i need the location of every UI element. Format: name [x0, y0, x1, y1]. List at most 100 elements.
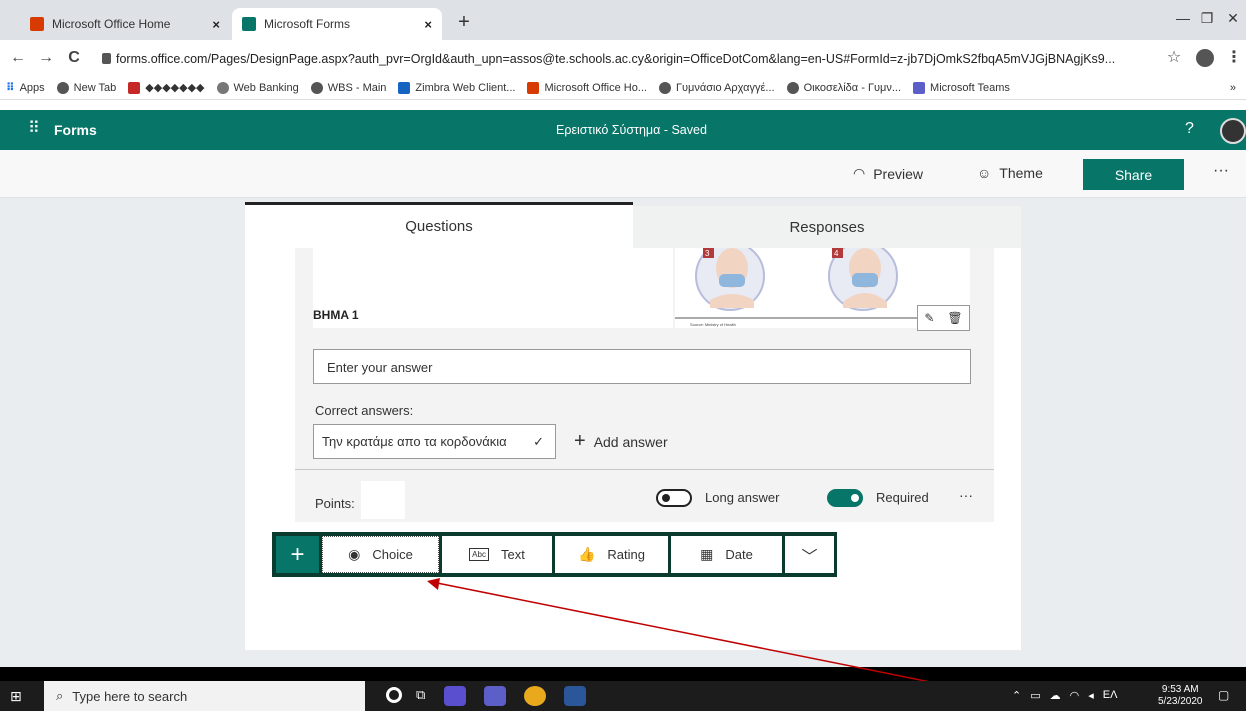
- bookmark-wbs-main[interactable]: WBS - Main: [310, 81, 386, 94]
- windows-start-icon[interactable]: ⊞: [10, 688, 22, 705]
- star-icon[interactable]: ☆: [1164, 48, 1184, 68]
- form-title[interactable]: Ερειστικό Σύστημα - Saved: [556, 123, 707, 137]
- preview-button[interactable]: ◠ Preview: [853, 165, 923, 182]
- clock[interactable]: 9:53 AM 5/23/2020: [1158, 684, 1203, 708]
- address-bar[interactable]: forms.office.com/Pages/DesignPage.aspx?a…: [116, 48, 1146, 70]
- bookmark-apps[interactable]: ⠿ Apps: [6, 81, 45, 95]
- correct-answer-chip[interactable]: Την κρατάμε απο τα κορδονάκια ✓: [313, 424, 556, 459]
- bookmark-web-banking[interactable]: Web Banking: [216, 81, 299, 94]
- question-header: [313, 248, 673, 328]
- extension-icon[interactable]: [1196, 49, 1214, 67]
- rating-button[interactable]: 👍 Rating: [555, 536, 668, 573]
- notifications-icon[interactable]: ▢: [1218, 688, 1229, 702]
- thumbs-up-icon: 👍: [577, 546, 596, 562]
- pencil-icon[interactable]: ✎: [924, 311, 934, 325]
- bank-icon: [216, 81, 229, 94]
- task-view-icon[interactable]: ⧉: [416, 687, 425, 703]
- close-tab-icon[interactable]: ×: [212, 17, 220, 32]
- step-number: 4: [834, 249, 839, 258]
- checkmark-icon: ✓: [533, 433, 544, 449]
- step-number: 3: [705, 249, 710, 258]
- cloud-icon[interactable]: ☁: [1050, 689, 1061, 702]
- long-answer-toggle[interactable]: [656, 489, 692, 507]
- more-options-icon[interactable]: ···: [1213, 162, 1229, 180]
- points-input[interactable]: [361, 481, 405, 519]
- chrome-icon[interactable]: [524, 686, 546, 706]
- browser-tab-strip: Microsoft Office Home × Microsoft Forms …: [0, 0, 1246, 40]
- bookmark-office-home[interactable]: Microsoft Office Ho...: [527, 81, 647, 94]
- trash-icon[interactable]: 🗑: [947, 311, 962, 325]
- battery-icon[interactable]: ▭: [1030, 689, 1040, 702]
- close-tab-icon[interactable]: ×: [424, 17, 432, 32]
- cortana-icon[interactable]: [386, 687, 402, 703]
- question-title[interactable]: BHMA 1: [313, 308, 359, 322]
- chevron-down-icon: ﹀: [801, 548, 818, 566]
- bookmark-homepage[interactable]: Οικοσελίδα - Γυμν...: [786, 81, 901, 94]
- required-toggle[interactable]: [827, 489, 863, 507]
- radio-icon: ◉: [348, 546, 361, 562]
- office-icon: [30, 17, 44, 31]
- correct-answers-label: Correct answers:: [315, 403, 414, 418]
- help-icon[interactable]: ?: [1185, 120, 1194, 138]
- image-tools: ✎ 🗑: [917, 305, 970, 331]
- browser-menu-icon[interactable]: ⋮: [1224, 48, 1244, 68]
- avatar[interactable]: [1220, 118, 1246, 144]
- text-abc-icon: Abc: [469, 548, 489, 561]
- answer-input[interactable]: Enter your answer: [313, 349, 971, 384]
- toggle-knob: [662, 494, 670, 502]
- volume-icon[interactable]: ◂: [1088, 689, 1094, 702]
- forms-header: ⠿ Forms Ερειστικό Σύστημα - Saved ?: [0, 110, 1246, 150]
- bookmark-item[interactable]: ◆◆◆◆◆◆◆: [128, 81, 205, 94]
- date: 5/23/2020: [1158, 696, 1203, 707]
- app-name[interactable]: Forms: [54, 122, 97, 138]
- tab-microsoft-forms[interactable]: Microsoft Forms ×: [232, 8, 442, 40]
- taskbar-search[interactable]: ⌕ Type here to search: [44, 681, 365, 711]
- close-window-button[interactable]: ✕: [1218, 6, 1246, 30]
- word-icon[interactable]: [564, 686, 586, 706]
- tab-title: Microsoft Office Home: [52, 17, 171, 31]
- language-indicator[interactable]: EΛ: [1103, 689, 1118, 702]
- long-answer-label: Long answer: [705, 490, 780, 505]
- image-caption: Source: Ministry of Health: [690, 322, 736, 327]
- theme-button[interactable]: ☺ Theme: [977, 165, 1043, 181]
- palette-icon: ☺: [977, 165, 992, 181]
- bookmark-teams[interactable]: Microsoft Teams: [913, 81, 1010, 94]
- back-arrow-icon[interactable]: ←: [8, 48, 28, 68]
- system-tray: ⌃ ▭ ☁ ◠ ◂ EΛ: [1012, 689, 1117, 702]
- plus-icon: +: [574, 430, 586, 452]
- search-icon: ⌕: [56, 688, 64, 703]
- text-button[interactable]: Abc Text: [442, 536, 552, 573]
- reload-icon[interactable]: C: [64, 48, 84, 68]
- more-types-button[interactable]: ﹀: [785, 536, 834, 573]
- globe-icon: [786, 81, 799, 94]
- bookmark-gymnasio[interactable]: Γυμνάσιο Αρχαγγέ...: [658, 81, 775, 94]
- date-button[interactable]: ▦ Date: [671, 536, 782, 573]
- choice-button[interactable]: ◉ Choice: [322, 536, 439, 573]
- tab-office-home[interactable]: Microsoft Office Home ×: [20, 8, 230, 40]
- add-question-button[interactable]: +: [276, 536, 319, 573]
- teams-icon: [913, 81, 926, 94]
- bookmarks-overflow[interactable]: »: [1230, 82, 1236, 94]
- calendar-icon: ▦: [700, 546, 714, 562]
- apps-grid-icon: ⠿: [6, 82, 15, 94]
- toggle-knob: [851, 494, 859, 502]
- new-tab-button[interactable]: +: [453, 12, 475, 34]
- bookmark-zimbra[interactable]: Zimbra Web Client...: [398, 81, 515, 94]
- teams-icon[interactable]: [484, 686, 506, 706]
- tab-responses[interactable]: Responses: [633, 206, 1021, 248]
- share-button[interactable]: Share: [1083, 159, 1184, 190]
- forward-arrow-icon[interactable]: →: [36, 48, 56, 68]
- tab-title: Microsoft Forms: [264, 17, 351, 31]
- page-top-spacer: [0, 100, 1246, 110]
- tab-questions[interactable]: Questions: [245, 202, 633, 248]
- wifi-icon[interactable]: ◠: [1070, 689, 1080, 702]
- app-launcher-icon[interactable]: ⠿: [28, 120, 40, 138]
- viber-icon[interactable]: [444, 686, 466, 706]
- add-answer-button[interactable]: + Add answer: [574, 430, 668, 453]
- bookmarks-bar: ⠿ Apps New Tab ◆◆◆◆◆◆◆ Web Banking WBS - …: [0, 76, 1246, 100]
- lock-icon: [102, 53, 111, 64]
- question-more-icon[interactable]: ···: [959, 487, 973, 503]
- chevron-up-icon[interactable]: ⌃: [1012, 689, 1021, 702]
- bookmark-new-tab[interactable]: New Tab: [56, 81, 116, 94]
- mask: [852, 273, 878, 287]
